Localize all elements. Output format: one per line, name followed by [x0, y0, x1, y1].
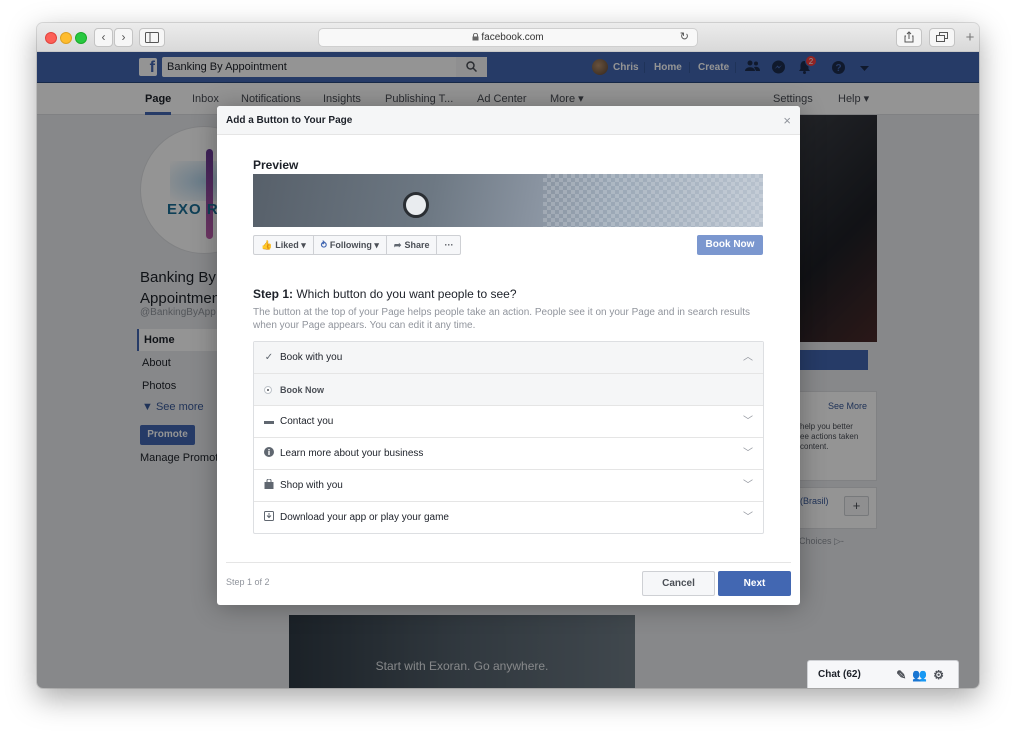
tabs-icon	[936, 32, 948, 42]
chat-icons: ✎👥⚙	[896, 661, 950, 688]
download-icon	[263, 502, 275, 534]
option-book-with-you[interactable]: ✓ Book with you ︿	[254, 342, 763, 374]
chevron-down-icon: ﹀	[743, 480, 753, 491]
thumbs-up-icon: 👍	[261, 240, 273, 250]
chevron-down-icon: ﹀	[743, 512, 753, 523]
add-button-dialog: Add a Button to Your Page × Preview 👍 Lik…	[217, 106, 800, 605]
share-icon	[904, 31, 914, 43]
option-label: Contact you	[280, 416, 334, 427]
option-label: Download your app or play your game	[280, 512, 449, 523]
step-prefix: Step 1:	[253, 287, 294, 301]
new-tab-icon[interactable]: +	[961, 28, 979, 47]
dialog-footer-divider	[226, 562, 791, 563]
gear-icon[interactable]: ⚙	[933, 668, 950, 682]
cancel-button[interactable]: Cancel	[642, 571, 715, 596]
browser-window: ‹ › facebook.com ↻ + f Banking By Appoin…	[37, 23, 979, 688]
chevron-up-icon: ︿	[743, 352, 753, 363]
option-contact-you[interactable]: ▬ Contact you ﹀	[254, 406, 763, 438]
preview-cover-image	[253, 174, 763, 227]
book-now-preview-button: Book Now	[697, 235, 763, 255]
ellipsis-icon: ···	[444, 240, 454, 250]
option-label: Book Now	[280, 385, 324, 395]
close-window-button[interactable]	[45, 32, 57, 44]
chevron-down-icon: ﹀	[743, 448, 753, 459]
more-options-button: ···	[437, 236, 460, 254]
shirt-pattern	[543, 174, 763, 227]
url-text: facebook.com	[481, 32, 544, 43]
following-label: Following ▾	[329, 240, 379, 250]
radio-selected-icon[interactable]	[264, 386, 272, 394]
step-heading: Step 1: Which button do you want people …	[253, 287, 517, 301]
browser-toolbar: ‹ › facebook.com ↻ +	[37, 23, 979, 52]
address-bar[interactable]: facebook.com ↻	[318, 28, 698, 47]
step-description: The button at the top of your Page helps…	[253, 307, 750, 331]
option-book-now-radio[interactable]: Book Now	[254, 374, 763, 406]
reload-icon[interactable]: ↻	[680, 29, 689, 46]
minimize-window-button[interactable]	[60, 32, 72, 44]
liked-button: 👍 Liked ▾	[254, 236, 314, 254]
sidebar-toggle-button[interactable]	[139, 28, 165, 47]
preview-action-bar: 👍 Liked ▾ ⥁ Following ▾ ➦ Share ···	[253, 235, 462, 255]
tabs-button[interactable]	[929, 28, 955, 47]
rss-icon: ⥁	[320, 240, 327, 250]
preview-label: Preview	[253, 158, 299, 172]
chat-bar[interactable]: Chat (62) ✎👥⚙	[807, 660, 959, 688]
lock-icon	[472, 32, 479, 41]
shopping-bag-icon	[263, 470, 275, 502]
option-shop-with-you[interactable]: Shop with you ﹀	[254, 470, 763, 502]
share-preview-button: ➦ Share	[387, 236, 438, 254]
group-icon[interactable]: 👥	[912, 668, 933, 682]
share-label: Share	[404, 240, 430, 250]
chat-bubble-icon: ▬	[264, 416, 274, 427]
option-label: Learn more about your business	[280, 448, 424, 459]
chevron-right-icon: ›	[121, 30, 126, 44]
watch-image	[403, 192, 429, 218]
button-options-list: ✓ Book with you ︿ Book Now ▬ Contact you…	[253, 341, 764, 534]
following-button: ⥁ Following ▾	[314, 236, 387, 254]
next-button[interactable]: Next	[718, 571, 791, 596]
dialog-title: Add a Button to Your Page	[226, 115, 353, 126]
liked-label: Liked ▾	[275, 240, 306, 250]
checkmark-icon: ✓	[264, 352, 274, 363]
step-counter: Step 1 of 2	[226, 577, 270, 587]
info-icon	[263, 438, 275, 470]
option-label: Book with you	[280, 352, 343, 363]
option-learn-more[interactable]: Learn more about your business ﹀	[254, 438, 763, 470]
option-label: Shop with you	[280, 480, 343, 491]
close-icon[interactable]: ×	[783, 106, 791, 135]
share-arrow-icon: ➦	[393, 240, 402, 250]
option-download-app[interactable]: Download your app or play your game ﹀	[254, 502, 763, 534]
compose-icon[interactable]: ✎	[896, 668, 912, 682]
chevron-left-icon: ‹	[101, 30, 106, 44]
forward-button[interactable]: ›	[114, 28, 133, 47]
step-question: Which button do you want people to see?	[296, 287, 517, 301]
sidebar-icon	[145, 32, 159, 43]
chevron-down-icon: ﹀	[743, 416, 753, 427]
chat-label: Chat (62)	[818, 669, 861, 680]
back-button[interactable]: ‹	[94, 28, 113, 47]
share-button[interactable]	[896, 28, 922, 47]
zoom-window-button[interactable]	[75, 32, 87, 44]
dialog-header: Add a Button to Your Page ×	[217, 106, 800, 135]
